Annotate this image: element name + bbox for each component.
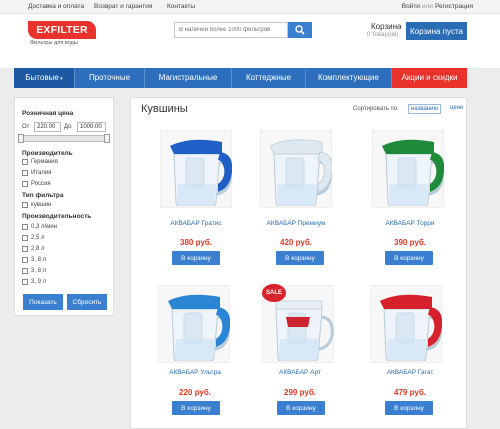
cart-count: 0 товар(ов) — [367, 32, 399, 38]
auth-links: Войти или Регистрация — [402, 3, 473, 10]
nav-flow[interactable]: Проточные — [75, 68, 145, 88]
checkbox-capacity[interactable] — [22, 279, 28, 285]
checkbox-capacity[interactable] — [22, 268, 28, 274]
price-from-input[interactable]: 220.00 — [34, 122, 61, 132]
manufacturer-label: Германия — [31, 159, 58, 165]
chevron-down-icon: ▾ — [58, 76, 63, 82]
checkbox-capacity[interactable] — [22, 224, 28, 230]
capacity-title: Производительность — [22, 213, 92, 220]
show-button[interactable]: Показать — [23, 294, 63, 310]
add-to-cart-button[interactable]: В корзину — [172, 251, 220, 265]
add-to-cart-button[interactable]: В корзину — [385, 251, 433, 265]
product-price: 220 руб. — [179, 388, 211, 397]
capacity-label: 3, 8 л — [31, 257, 47, 263]
pitcher-blue-image[interactable] — [160, 132, 232, 206]
manufacturer-label: Россия — [31, 181, 51, 187]
checkbox-pitcher[interactable] — [22, 202, 28, 208]
checkbox-capacity[interactable] — [22, 235, 28, 241]
logo[interactable]: EXFILTER — [28, 21, 96, 39]
price-title: Розничная цена — [22, 110, 74, 117]
checkbox-germany[interactable] — [22, 159, 28, 165]
pitcher-lightblue-image[interactable] — [158, 287, 230, 361]
pitcher-red-image[interactable] — [370, 287, 442, 361]
delivery-link[interactable]: Доставка и оплата — [28, 3, 84, 10]
product-price: 479 руб. — [394, 388, 426, 397]
price-to-label: До — [64, 124, 72, 130]
checkbox-capacity[interactable] — [22, 257, 28, 263]
nav-components[interactable]: Комплектующие — [306, 68, 392, 88]
search-button[interactable] — [288, 22, 312, 38]
login-link[interactable]: Войти — [402, 3, 420, 10]
cart-title: Корзина — [371, 22, 402, 31]
page-title: Кувшины — [141, 103, 188, 115]
nav-cottage[interactable]: Коттеджные — [232, 68, 306, 88]
manufacturer-title: Производитель — [22, 150, 73, 157]
search-icon — [295, 25, 305, 35]
filter-type-label: кувшин — [31, 202, 52, 208]
slider-max-handle[interactable] — [104, 134, 110, 143]
returns-link[interactable]: Возврат и гарантия — [94, 3, 152, 10]
auth-separator: или — [421, 3, 433, 10]
product-price: 299 руб. — [284, 388, 316, 397]
logo-tagline: Фильтры для воды — [30, 40, 78, 46]
product-price: 390 руб. — [394, 238, 426, 247]
product-name[interactable]: АКВАБАР Премиум — [248, 220, 344, 227]
cart-button[interactable]: Корзина пуста — [406, 22, 467, 40]
price-to-input[interactable]: 1000.00 — [77, 122, 106, 132]
manufacturer-label: Италия — [31, 170, 52, 176]
register-link[interactable]: Регистрация — [435, 3, 473, 10]
top-bar: Доставка и оплата Возврат и гарантия Кон… — [0, 0, 500, 14]
filter-type-title: Тип фильтра — [22, 192, 64, 199]
sort-label: Сортировать по: — [353, 106, 399, 112]
pitcher-white-image[interactable] — [260, 132, 332, 206]
add-to-cart-button[interactable]: В корзину — [276, 251, 324, 265]
slider-min-handle[interactable] — [18, 134, 24, 143]
checkbox-italy[interactable] — [22, 170, 28, 176]
add-to-cart-button[interactable]: В корзину — [385, 401, 433, 415]
product-name[interactable]: АКВАБАР Торри — [362, 220, 458, 227]
sale-badge: SALE — [262, 284, 286, 302]
product-name[interactable]: АКВАБАР Ультра — [147, 369, 243, 376]
sort-by-price[interactable]: цене — [448, 104, 465, 112]
capacity-label: 0,3 л/мин — [31, 224, 57, 230]
main-nav: Бытовые ▾ Проточные Магистральные Коттед… — [14, 68, 467, 88]
contacts-link[interactable]: Контакты — [167, 3, 195, 10]
nav-household[interactable]: Бытовые ▾ — [14, 68, 75, 88]
add-to-cart-button[interactable]: В корзину — [277, 401, 325, 415]
price-slider[interactable] — [18, 134, 110, 143]
product-name[interactable]: АКВАБАР Гагат — [362, 369, 458, 376]
pitcher-green-image[interactable] — [372, 132, 444, 206]
nav-household-label: Бытовые — [25, 73, 59, 82]
nav-main-line[interactable]: Магистральные — [145, 68, 232, 88]
search-input[interactable] — [174, 22, 288, 38]
checkbox-capacity[interactable] — [22, 246, 28, 252]
price-from-label: От — [22, 124, 30, 130]
capacity-label: 2,8 л — [31, 246, 45, 252]
product-price: 380 руб. — [180, 238, 212, 247]
capacity-label: 3, 8 л — [31, 268, 47, 274]
capacity-label: 3, 9 л — [31, 279, 47, 285]
capacity-label: 2,5 л — [31, 235, 45, 241]
product-price: 420 руб. — [280, 238, 312, 247]
reset-button[interactable]: Сбросить — [67, 294, 107, 310]
add-to-cart-button[interactable]: В корзину — [172, 401, 220, 415]
sort-by-name[interactable]: названию — [408, 104, 441, 114]
product-name[interactable]: АКВАБАР Арт — [252, 369, 348, 376]
checkbox-russia[interactable] — [22, 181, 28, 187]
nav-sales[interactable]: Акции и скидки — [392, 68, 467, 88]
product-name[interactable]: АКВАБАР Гратис — [148, 220, 244, 227]
